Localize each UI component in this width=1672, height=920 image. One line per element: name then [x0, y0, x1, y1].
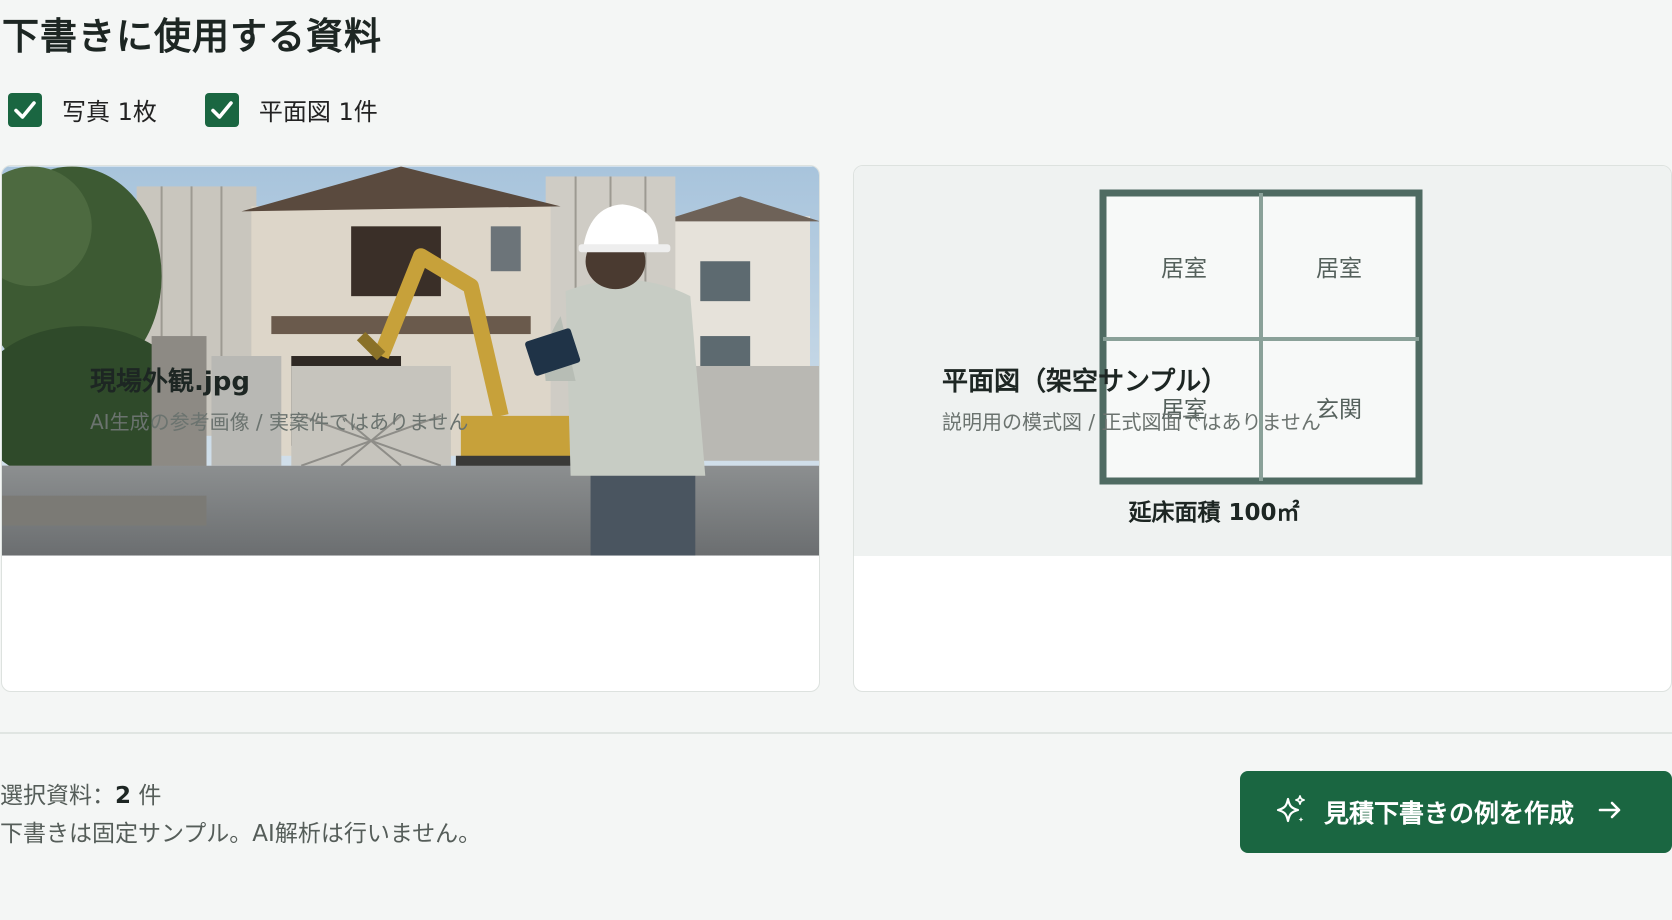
- photo-checkbox-label: 写真 1枚: [62, 98, 157, 126]
- selected-count-prefix: 選択資料：: [0, 783, 115, 809]
- floor-plan-note: 説明用の模式図 / 正式図面ではありません: [942, 410, 1321, 434]
- create-estimate-button[interactable]: 見積下書きの例を作成: [1240, 771, 1672, 853]
- photo-file-name: 現場外観.jpg: [90, 367, 251, 397]
- plan-checkbox[interactable]: 平面図 1件: [204, 92, 378, 127]
- check-icon: [204, 92, 239, 127]
- sample-note: 下書きは固定サンプル。AI解析は行いません。: [0, 821, 482, 847]
- entrance-label: 玄関: [1316, 397, 1362, 423]
- floor-plan-name: 平面図（架空サンプル）: [942, 367, 1228, 397]
- photo-file-note: AI生成の参考画像 / 実案件ではありません: [90, 410, 469, 434]
- photo-card-info: [2, 556, 819, 691]
- create-estimate-label: 見積下書きの例を作成: [1324, 799, 1575, 828]
- floor-area-label: 延床面積 100㎡: [1127, 499, 1299, 526]
- arrow-right-icon: [1596, 796, 1624, 828]
- selected-count-suffix: 件: [131, 783, 162, 809]
- photo-checkbox[interactable]: 写真 1枚: [8, 92, 157, 127]
- page-title: 下書きに使用する資料: [2, 15, 382, 58]
- section-divider: [0, 732, 1672, 734]
- page: 下書きに使用する資料 写真 1枚 平面図 1件 現場外観.jpg AI生成の参考…: [0, 0, 1672, 920]
- selected-count: 選択資料：2 件: [0, 776, 161, 810]
- photo-card[interactable]: 現場外観.jpg AI生成の参考画像 / 実案件ではありません: [1, 165, 820, 692]
- floor-plan-card[interactable]: 居室 居室 居室 玄関 延床面積 100㎡ 平面図（架空サンプル） 説明用の模式…: [853, 165, 1672, 692]
- selected-count-value: 2: [115, 783, 132, 809]
- floor-plan-card-info: [854, 556, 1671, 691]
- check-icon: [8, 92, 42, 127]
- plan-checkbox-label: 平面図 1件: [258, 98, 378, 126]
- room-label: 居室: [1316, 256, 1362, 282]
- room-label: 居室: [1161, 256, 1207, 282]
- filter-checkboxes: 写真 1枚 平面図 1件: [8, 92, 426, 127]
- sparkle-icon: [1274, 793, 1308, 831]
